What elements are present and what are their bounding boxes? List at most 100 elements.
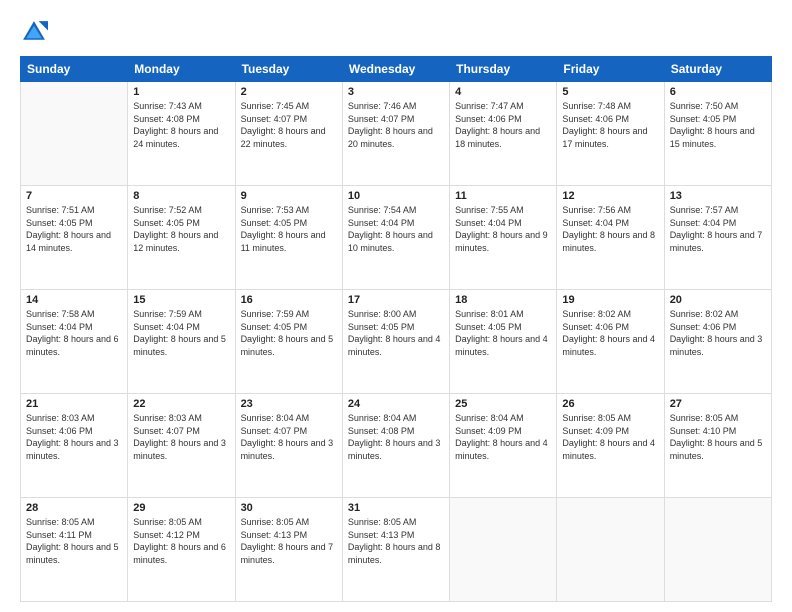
calendar-cell: 30 Sunrise: 8:05 AM Sunset: 4:13 PM Dayli… — [235, 498, 342, 602]
calendar-cell: 9 Sunrise: 7:53 AM Sunset: 4:05 PM Daylig… — [235, 186, 342, 290]
cell-date: 7 — [26, 190, 122, 202]
calendar-day-header: Saturday — [664, 57, 771, 82]
calendar-week-row: 21 Sunrise: 8:03 AM Sunset: 4:06 PM Dayli… — [21, 394, 772, 498]
cell-date: 31 — [348, 502, 444, 514]
cell-date: 28 — [26, 502, 122, 514]
cell-date: 16 — [241, 294, 337, 306]
cell-info: Sunrise: 7:53 AM Sunset: 4:05 PM Dayligh… — [241, 204, 337, 254]
cell-date: 8 — [133, 190, 229, 202]
cell-info: Sunrise: 8:04 AM Sunset: 4:07 PM Dayligh… — [241, 412, 337, 462]
calendar-cell: 13Sunrise: 7:57 AM Sunset: 4:04 PM Dayli… — [664, 186, 771, 290]
cell-info: Sunrise: 7:48 AM Sunset: 4:06 PM Dayligh… — [562, 100, 658, 150]
calendar-cell: 27 Sunrise: 8:05 AM Sunset: 4:10 PM Dayli… — [664, 394, 771, 498]
cell-info: Sunrise: 8:05 AM Sunset: 4:09 PM Dayligh… — [562, 412, 658, 462]
calendar-cell: 7 Sunrise: 7:51 AM Sunset: 4:05 PM Daylig… — [21, 186, 128, 290]
cell-info: Sunrise: 8:05 AM Sunset: 4:11 PM Dayligh… — [26, 516, 122, 566]
cell-info: Sunrise: 8:00 AM Sunset: 4:05 PM Dayligh… — [348, 308, 444, 358]
cell-date: 18 — [455, 294, 551, 306]
calendar-cell: 16 Sunrise: 7:59 AM Sunset: 4:05 PM Dayli… — [235, 290, 342, 394]
calendar-cell: 1Sunrise: 7:43 AM Sunset: 4:08 PM Daylig… — [128, 82, 235, 186]
calendar-cell: 21 Sunrise: 8:03 AM Sunset: 4:06 PM Dayli… — [21, 394, 128, 498]
calendar-cell: 15 Sunrise: 7:59 AM Sunset: 4:04 PM Dayli… — [128, 290, 235, 394]
calendar-cell — [664, 498, 771, 602]
calendar-cell: 28 Sunrise: 8:05 AM Sunset: 4:11 PM Dayli… — [21, 498, 128, 602]
cell-date: 6 — [670, 86, 766, 98]
cell-date: 12 — [562, 190, 658, 202]
cell-date: 20 — [670, 294, 766, 306]
cell-date: 5 — [562, 86, 658, 98]
cell-info: Sunrise: 7:58 AM Sunset: 4:04 PM Dayligh… — [26, 308, 122, 358]
calendar-cell: 25Sunrise: 8:04 AM Sunset: 4:09 PM Dayli… — [450, 394, 557, 498]
cell-date: 2 — [241, 86, 337, 98]
calendar-day-header: Friday — [557, 57, 664, 82]
calendar-cell: 23 Sunrise: 8:04 AM Sunset: 4:07 PM Dayli… — [235, 394, 342, 498]
calendar-header-row: SundayMondayTuesdayWednesdayThursdayFrid… — [21, 57, 772, 82]
cell-date: 27 — [670, 398, 766, 410]
calendar-cell: 5 Sunrise: 7:48 AM Sunset: 4:06 PM Daylig… — [557, 82, 664, 186]
cell-date: 11 — [455, 190, 551, 202]
calendar-cell: 22 Sunrise: 8:03 AM Sunset: 4:07 PM Dayli… — [128, 394, 235, 498]
calendar-cell: 2 Sunrise: 7:45 AM Sunset: 4:07 PM Daylig… — [235, 82, 342, 186]
cell-info: Sunrise: 7:43 AM Sunset: 4:08 PM Dayligh… — [133, 100, 229, 150]
calendar-week-row: 7 Sunrise: 7:51 AM Sunset: 4:05 PM Daylig… — [21, 186, 772, 290]
cell-info: Sunrise: 8:02 AM Sunset: 4:06 PM Dayligh… — [670, 308, 766, 358]
cell-info: Sunrise: 8:05 AM Sunset: 4:12 PM Dayligh… — [133, 516, 229, 566]
calendar-day-header: Thursday — [450, 57, 557, 82]
calendar-cell: 11 Sunrise: 7:55 AM Sunset: 4:04 PM Dayli… — [450, 186, 557, 290]
logo — [20, 18, 52, 46]
calendar-cell: 6 Sunrise: 7:50 AM Sunset: 4:05 PM Daylig… — [664, 82, 771, 186]
calendar-week-row: 14 Sunrise: 7:58 AM Sunset: 4:04 PM Dayli… — [21, 290, 772, 394]
cell-date: 4 — [455, 86, 551, 98]
cell-info: Sunrise: 8:03 AM Sunset: 4:07 PM Dayligh… — [133, 412, 229, 462]
cell-info: Sunrise: 7:45 AM Sunset: 4:07 PM Dayligh… — [241, 100, 337, 150]
calendar-cell: 14 Sunrise: 7:58 AM Sunset: 4:04 PM Dayli… — [21, 290, 128, 394]
calendar-week-row: 28 Sunrise: 8:05 AM Sunset: 4:11 PM Dayli… — [21, 498, 772, 602]
cell-info: Sunrise: 7:47 AM Sunset: 4:06 PM Dayligh… — [455, 100, 551, 150]
cell-date: 14 — [26, 294, 122, 306]
cell-info: Sunrise: 8:03 AM Sunset: 4:06 PM Dayligh… — [26, 412, 122, 462]
cell-info: Sunrise: 7:50 AM Sunset: 4:05 PM Dayligh… — [670, 100, 766, 150]
cell-date: 9 — [241, 190, 337, 202]
calendar-day-header: Tuesday — [235, 57, 342, 82]
cell-info: Sunrise: 8:05 AM Sunset: 4:13 PM Dayligh… — [348, 516, 444, 566]
calendar-table: SundayMondayTuesdayWednesdayThursdayFrid… — [20, 56, 772, 602]
cell-info: Sunrise: 8:05 AM Sunset: 4:10 PM Dayligh… — [670, 412, 766, 462]
cell-info: Sunrise: 7:51 AM Sunset: 4:05 PM Dayligh… — [26, 204, 122, 254]
cell-info: Sunrise: 7:55 AM Sunset: 4:04 PM Dayligh… — [455, 204, 551, 254]
logo-icon — [20, 18, 48, 46]
calendar-cell: 12 Sunrise: 7:56 AM Sunset: 4:04 PM Dayli… — [557, 186, 664, 290]
cell-info: Sunrise: 7:52 AM Sunset: 4:05 PM Dayligh… — [133, 204, 229, 254]
cell-date: 3 — [348, 86, 444, 98]
calendar-cell: 31 Sunrise: 8:05 AM Sunset: 4:13 PM Dayli… — [342, 498, 449, 602]
cell-date: 23 — [241, 398, 337, 410]
calendar-day-header: Wednesday — [342, 57, 449, 82]
cell-date: 29 — [133, 502, 229, 514]
cell-info: Sunrise: 7:54 AM Sunset: 4:04 PM Dayligh… — [348, 204, 444, 254]
calendar-week-row: 1Sunrise: 7:43 AM Sunset: 4:08 PM Daylig… — [21, 82, 772, 186]
cell-date: 24 — [348, 398, 444, 410]
calendar-cell: 17Sunrise: 8:00 AM Sunset: 4:05 PM Dayli… — [342, 290, 449, 394]
page: SundayMondayTuesdayWednesdayThursdayFrid… — [0, 0, 792, 612]
cell-info: Sunrise: 7:46 AM Sunset: 4:07 PM Dayligh… — [348, 100, 444, 150]
cell-date: 26 — [562, 398, 658, 410]
cell-date: 10 — [348, 190, 444, 202]
cell-date: 21 — [26, 398, 122, 410]
calendar-cell — [21, 82, 128, 186]
cell-info: Sunrise: 8:02 AM Sunset: 4:06 PM Dayligh… — [562, 308, 658, 358]
cell-date: 30 — [241, 502, 337, 514]
calendar-day-header: Sunday — [21, 57, 128, 82]
cell-info: Sunrise: 8:01 AM Sunset: 4:05 PM Dayligh… — [455, 308, 551, 358]
cell-info: Sunrise: 7:59 AM Sunset: 4:05 PM Dayligh… — [241, 308, 337, 358]
calendar-cell: 4 Sunrise: 7:47 AM Sunset: 4:06 PM Daylig… — [450, 82, 557, 186]
cell-info: Sunrise: 7:59 AM Sunset: 4:04 PM Dayligh… — [133, 308, 229, 358]
cell-info: Sunrise: 7:56 AM Sunset: 4:04 PM Dayligh… — [562, 204, 658, 254]
calendar-cell: 10 Sunrise: 7:54 AM Sunset: 4:04 PM Dayli… — [342, 186, 449, 290]
calendar-cell: 29 Sunrise: 8:05 AM Sunset: 4:12 PM Dayli… — [128, 498, 235, 602]
cell-date: 15 — [133, 294, 229, 306]
calendar-cell — [450, 498, 557, 602]
calendar-cell: 18 Sunrise: 8:01 AM Sunset: 4:05 PM Dayli… — [450, 290, 557, 394]
calendar-cell: 20 Sunrise: 8:02 AM Sunset: 4:06 PM Dayli… — [664, 290, 771, 394]
cell-info: Sunrise: 7:57 AM Sunset: 4:04 PM Dayligh… — [670, 204, 766, 254]
cell-date: 22 — [133, 398, 229, 410]
cell-info: Sunrise: 8:05 AM Sunset: 4:13 PM Dayligh… — [241, 516, 337, 566]
